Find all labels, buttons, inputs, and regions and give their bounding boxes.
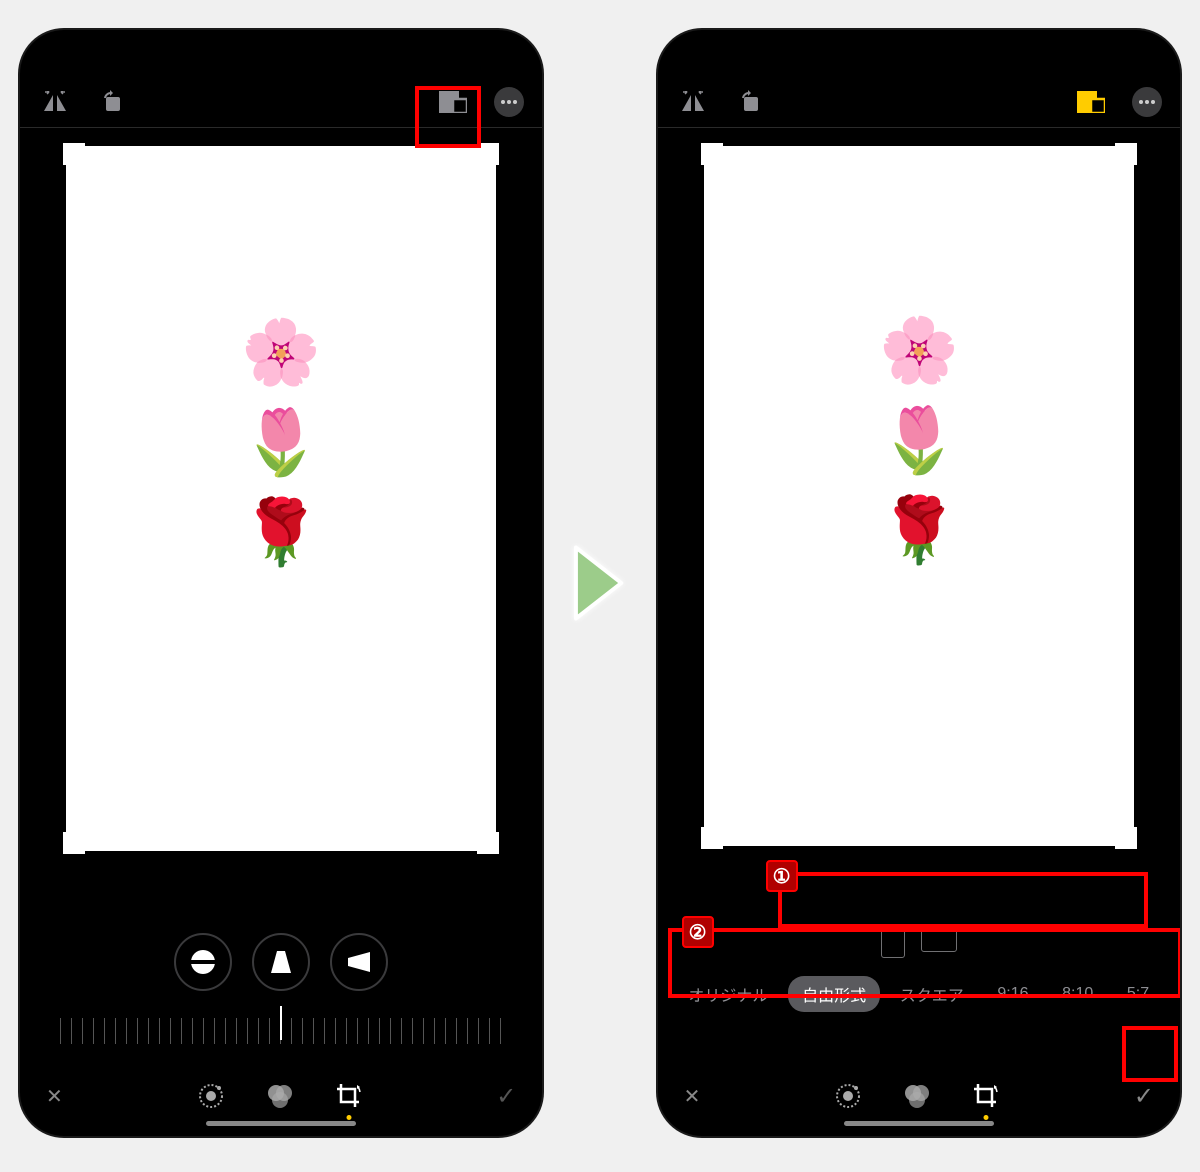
transform-controls xyxy=(20,922,542,1002)
flip-icon[interactable] xyxy=(38,85,72,119)
rose-emoji: 🌹 xyxy=(241,500,321,564)
landscape-orientation-button[interactable] xyxy=(921,926,957,952)
cancel-button[interactable]: ✕ xyxy=(684,1084,701,1109)
crop-handle-tl[interactable] xyxy=(701,143,723,165)
ratio-8-10[interactable]: 8:10 xyxy=(1048,979,1107,1009)
status-spacer xyxy=(20,30,542,76)
edit-toolbar xyxy=(658,76,1180,128)
straighten-button[interactable] xyxy=(174,933,232,991)
phone-right: 🌸 🌷 🌹 オリジナル 自由形式 スクエア 9:16 8:10 5:7 xyxy=(658,30,1180,1136)
crop-frame[interactable]: 🌸 🌷 🌹 xyxy=(66,146,496,851)
done-button[interactable]: ✓ xyxy=(1134,1082,1154,1111)
ratio-original[interactable]: オリジナル xyxy=(674,976,782,1012)
ratio-5-7[interactable]: 5:7 xyxy=(1113,979,1163,1009)
done-button[interactable]: ✓ xyxy=(496,1082,516,1111)
canvas-area[interactable]: 🌸 🌷 🌹 xyxy=(658,128,1180,916)
vertical-perspective-button[interactable] xyxy=(252,933,310,991)
tulip-emoji: 🌷 xyxy=(241,410,321,474)
ratio-freeform[interactable]: 自由形式 xyxy=(788,976,880,1012)
aspect-ratio-icon[interactable] xyxy=(1074,85,1108,119)
tulip-emoji: 🌷 xyxy=(879,408,959,472)
more-icon[interactable] xyxy=(494,87,524,117)
crop-handle-bl[interactable] xyxy=(63,832,85,854)
more-icon[interactable] xyxy=(1132,87,1162,117)
orientation-row xyxy=(881,926,957,958)
crop-handle-tr[interactable] xyxy=(1115,143,1137,165)
filters-tab-icon[interactable] xyxy=(902,1082,932,1110)
rotate-icon[interactable] xyxy=(734,85,768,119)
aspect-ratio-icon[interactable] xyxy=(436,85,470,119)
blossom-emoji: 🌸 xyxy=(879,318,959,382)
rose-emoji: 🌹 xyxy=(879,498,959,562)
home-indicator[interactable] xyxy=(844,1121,994,1126)
crop-handle-br[interactable] xyxy=(477,832,499,854)
callout-2: ② xyxy=(682,916,714,948)
cancel-button[interactable]: ✕ xyxy=(46,1084,63,1109)
status-spacer xyxy=(658,30,1180,76)
edit-toolbar xyxy=(20,76,542,128)
crop-tab-icon[interactable] xyxy=(972,1082,1000,1110)
angle-ruler[interactable] xyxy=(60,1006,502,1056)
ruler-marker[interactable] xyxy=(280,1006,282,1040)
aspect-ratio-panel: オリジナル 自由形式 スクエア 9:16 8:10 5:7 xyxy=(658,916,1180,1056)
portrait-orientation-button[interactable] xyxy=(881,926,905,958)
phone-left: 🌸 🌷 🌹 ✕ xyxy=(20,30,542,1136)
crop-tab-icon[interactable] xyxy=(335,1082,363,1110)
home-indicator[interactable] xyxy=(206,1121,356,1126)
blossom-emoji: 🌸 xyxy=(241,320,321,384)
rotate-icon[interactable] xyxy=(96,85,130,119)
image-content: 🌸 🌷 🌹 xyxy=(879,318,959,562)
crop-frame[interactable]: 🌸 🌷 🌹 xyxy=(704,146,1134,846)
ratio-row: オリジナル 自由形式 スクエア 9:16 8:10 5:7 xyxy=(658,976,1180,1012)
ratio-square[interactable]: スクエア xyxy=(886,976,978,1012)
filters-tab-icon[interactable] xyxy=(265,1082,295,1110)
callout-1: ① xyxy=(766,860,798,892)
canvas-area[interactable]: 🌸 🌷 🌹 xyxy=(20,128,542,922)
crop-handle-bl[interactable] xyxy=(701,827,723,849)
ratio-9-16[interactable]: 9:16 xyxy=(983,979,1042,1009)
crop-handle-br[interactable] xyxy=(1115,827,1137,849)
transition-arrow-icon xyxy=(572,543,627,623)
adjust-tab-icon[interactable] xyxy=(834,1082,862,1110)
flip-icon[interactable] xyxy=(676,85,710,119)
image-content: 🌸 🌷 🌹 xyxy=(241,320,321,564)
crop-handle-tl[interactable] xyxy=(63,143,85,165)
horizontal-perspective-button[interactable] xyxy=(330,933,388,991)
comparison-stage: 🌸 🌷 🌹 ✕ xyxy=(0,0,1200,1166)
crop-handle-tr[interactable] xyxy=(477,143,499,165)
adjust-tab-icon[interactable] xyxy=(197,1082,225,1110)
